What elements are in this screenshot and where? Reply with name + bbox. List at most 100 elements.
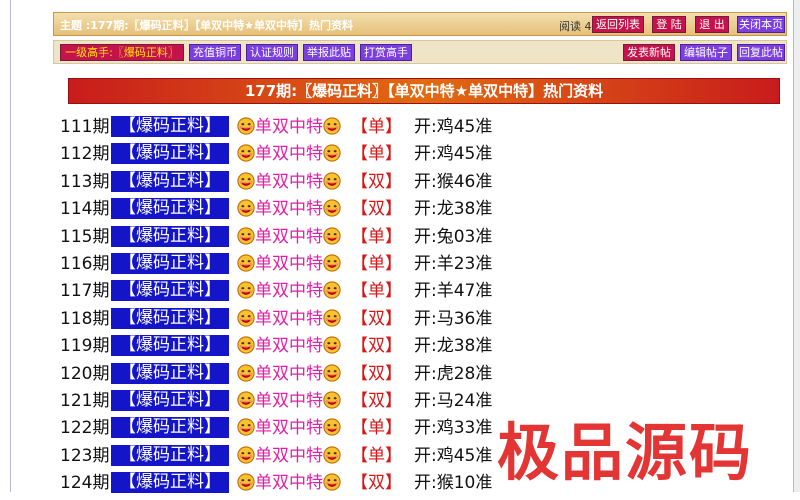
odd-even-label: 单双中特 <box>255 226 323 247</box>
issue-number: 115期: <box>60 226 116 247</box>
reply-post-button[interactable]: 回复此帖 <box>737 44 785 61</box>
prediction-result: 【双】 <box>351 336 402 357</box>
draw-result: 开:龙38准 <box>414 199 493 220</box>
source-tag: 【爆码正料】 <box>111 472 229 494</box>
prediction-row: 121期: 【爆码正料】 单双中特 【双】 开:马24准 <box>60 388 780 415</box>
prediction-row: 113期: 【爆码正料】 单双中特 【双】 开:猴46准 <box>60 169 780 196</box>
watermark: 极品源码 <box>497 416 754 489</box>
smiley-face-icon <box>323 418 341 436</box>
smiley-face-icon <box>323 363 341 382</box>
prediction-result: 【单】 <box>351 253 402 274</box>
smiley-face-icon <box>237 336 255 354</box>
certification-rules-button[interactable]: 认证规则 <box>246 44 298 61</box>
source-tag: 【爆码正料】 <box>111 417 229 439</box>
prediction-row: 112期: 【爆码正料】 单双中特 【单】 开:鸡45准 <box>60 141 780 168</box>
odd-even-label: 单双中特 <box>255 336 323 357</box>
logout-button[interactable]: 退 出 <box>695 16 729 33</box>
draw-result: 开:鸡45准 <box>414 445 493 466</box>
smiley-face-icon <box>237 172 255 190</box>
prediction-row: 118期: 【爆码正料】 单双中特 【双】 开:马36准 <box>60 306 780 333</box>
smiley-face-icon <box>237 117 255 135</box>
odd-even-label: 单双中特 <box>255 199 323 220</box>
tip-expert-button[interactable]: 打赏高手 <box>360 44 412 61</box>
prediction-row: 120期: 【爆码正料】 单双中特 【双】 开:虎28准 <box>60 361 780 388</box>
post-title: 主题 :177期:〖爆码正料〗【单双中特★单双中特】热门资料 <box>60 19 353 32</box>
smiley-face-icon <box>237 281 255 299</box>
author-level-badge: 一级高手:〖爆码正料〗 <box>60 44 184 61</box>
prediction-result: 【双】 <box>351 171 402 192</box>
draw-result: 开:猴46准 <box>414 171 493 192</box>
source-tag: 【爆码正料】 <box>111 225 229 247</box>
smiley-face-icon <box>323 226 341 245</box>
draw-result: 开:马36准 <box>414 308 493 329</box>
prediction-row: 116期: 【爆码正料】 单双中特 【单】 开:羊23准 <box>60 251 780 278</box>
draw-result: 开:猴10准 <box>414 473 493 494</box>
report-post-button[interactable]: 举报此贴 <box>303 44 355 61</box>
prediction-result: 【单】 <box>351 117 402 137</box>
prediction-row: 119期: 【爆码正料】 单双中特 【双】 开:龙38准 <box>60 333 780 360</box>
draw-result: 开:鸡33准 <box>414 418 493 439</box>
issue-number: 116期: <box>60 253 116 274</box>
draw-result: 开:羊23准 <box>414 253 493 274</box>
source-tag: 【爆码正料】 <box>111 252 229 274</box>
login-button[interactable]: 登 陆 <box>652 16 686 33</box>
smiley-face-icon <box>323 336 341 354</box>
draw-result: 开:马24准 <box>414 390 493 411</box>
smiley-face-icon <box>237 309 255 327</box>
odd-even-label: 单双中特 <box>255 390 323 411</box>
smiley-face-icon <box>237 226 255 245</box>
prediction-result: 【单】 <box>351 144 402 165</box>
close-page-button[interactable]: 关闭本页 <box>737 16 785 33</box>
issue-number: 113期: <box>60 171 116 192</box>
prediction-result: 【单】 <box>351 281 402 302</box>
smiley-face-icon <box>323 199 341 217</box>
odd-even-label: 单双中特 <box>255 308 323 329</box>
issue-number: 122期: <box>60 418 116 439</box>
page-left-edge <box>0 0 11 492</box>
smiley-face-icon <box>237 473 255 491</box>
odd-even-label: 单双中特 <box>255 418 323 439</box>
source-tag: 【爆码正料】 <box>111 307 229 329</box>
edit-post-button[interactable]: 编辑帖子 <box>680 44 732 61</box>
smiley-face-icon <box>237 391 255 409</box>
draw-result: 开:鸡45准 <box>414 144 493 165</box>
draw-result: 开:羊47准 <box>414 281 493 302</box>
page-scrollbar[interactable] <box>793 0 800 492</box>
smiley-face-icon <box>237 254 255 272</box>
draw-result: 开:虎28准 <box>414 363 493 384</box>
draw-result: 开:鸡45准 <box>414 117 493 137</box>
back-to-list-button[interactable]: 返回列表 <box>592 16 644 33</box>
post-toolbar: 一级高手:〖爆码正料〗 充值铜币 认证规则 举报此贴 打赏高手 发表新帖 编辑帖… <box>53 40 787 64</box>
source-tag: 【爆码正料】 <box>111 116 229 137</box>
draw-result: 开:兔03准 <box>414 226 493 247</box>
source-tag: 【爆码正料】 <box>111 198 229 220</box>
odd-even-label: 单双中特 <box>255 171 323 192</box>
issue-number: 117期: <box>60 281 116 302</box>
smiley-face-icon <box>323 117 341 135</box>
smiley-face-icon <box>237 363 255 382</box>
smiley-face-icon <box>237 199 255 217</box>
prediction-result: 【双】 <box>351 473 402 494</box>
prediction-result: 【双】 <box>351 199 402 220</box>
source-tag: 【爆码正料】 <box>111 335 229 357</box>
issue-number: 111期: <box>60 117 116 137</box>
source-tag: 【爆码正料】 <box>111 389 229 411</box>
smiley-face-icon <box>237 446 255 464</box>
smiley-face-icon <box>323 254 341 272</box>
recharge-coins-button[interactable]: 充值铜币 <box>189 44 241 61</box>
smiley-face-icon <box>237 144 255 163</box>
prediction-row: 117期: 【爆码正料】 单双中特 【单】 开:羊47准 <box>60 278 780 305</box>
issue-number: 120期: <box>60 363 116 384</box>
odd-even-label: 单双中特 <box>255 445 323 466</box>
smiley-face-icon <box>323 391 341 409</box>
source-tag: 【爆码正料】 <box>111 362 229 384</box>
prediction-result: 【单】 <box>351 445 402 466</box>
post-header-bar: 主题 :177期:〖爆码正料〗【单双中特★单双中特】热门资料 阅读 477055… <box>53 12 787 36</box>
odd-even-label: 单双中特 <box>255 281 323 302</box>
smiley-face-icon <box>323 281 341 299</box>
prediction-result: 【单】 <box>351 418 402 439</box>
prediction-row: 115期: 【爆码正料】 单双中特 【单】 开:兔03准 <box>60 224 780 251</box>
smiley-face-icon <box>237 418 255 436</box>
source-tag: 【爆码正料】 <box>111 170 229 192</box>
new-post-button[interactable]: 发表新帖 <box>623 44 675 61</box>
